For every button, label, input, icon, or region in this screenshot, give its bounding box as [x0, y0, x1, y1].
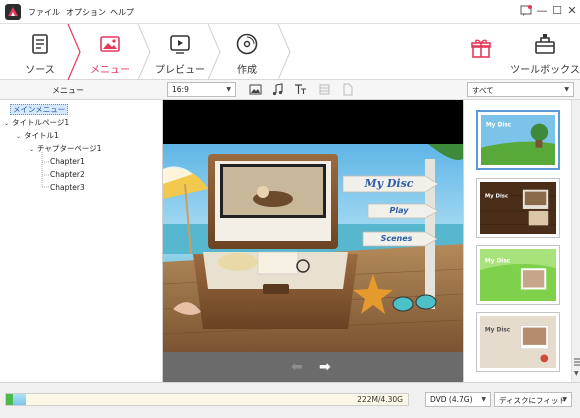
menu-image-icon: [100, 36, 120, 52]
background-image-icon[interactable]: [249, 83, 262, 96]
capacity-menu-fill: [6, 394, 13, 405]
title-bar: ファイル オプション ヘルプ — ☐ ✕: [0, 0, 580, 24]
template-thumb-wood[interactable]: My Disc: [476, 178, 560, 238]
template-beige-preview: My Disc: [480, 316, 556, 368]
template-island-preview: My Disc: [481, 115, 555, 165]
sign-play[interactable]: Play: [373, 206, 425, 215]
aspect-ratio-value: 16:9: [172, 85, 189, 94]
disc-capacity-bar: 222M/4.30G: [5, 393, 409, 406]
menu-file[interactable]: ファイル: [28, 7, 60, 18]
menu-options[interactable]: オプション: [66, 7, 106, 18]
step-source-label: ソース: [25, 65, 55, 76]
scroll-down-icon[interactable]: ▼: [574, 370, 579, 377]
tree-node-main-menu[interactable]: メインメニュー: [10, 104, 69, 115]
expand-arrow-icon[interactable]: ⌄: [4, 120, 12, 127]
template-thumb-island[interactable]: My Disc: [476, 110, 560, 170]
workflow-steps: ソース メニュー プレビュー 作成 ツールボックス: [0, 24, 580, 80]
title-page-label: タイトルページ1: [12, 118, 70, 127]
sign-title[interactable]: My Disc: [353, 177, 425, 190]
preview-scene-image: [163, 144, 463, 352]
sub-toolbar: メニュー 16:9 ▼ すべて ▼: [0, 80, 580, 100]
menu-panel-title: メニュー: [52, 86, 84, 95]
tree-node-chapter-page[interactable]: ⌄ チャプターページ1: [29, 143, 102, 154]
chevron-down-icon: ▼: [562, 396, 567, 403]
notification-icon[interactable]: [518, 3, 534, 19]
play-icon: [170, 35, 190, 54]
menu-preview[interactable]: My Disc Play Scenes ➡ ➡: [163, 100, 463, 382]
gift-button[interactable]: [456, 24, 506, 80]
minimize-button[interactable]: —: [534, 3, 550, 19]
step-menu[interactable]: メニュー: [75, 24, 145, 80]
fit-option-value: ディスクにフィット: [499, 396, 566, 405]
close-button[interactable]: ✕: [564, 3, 580, 19]
tree-node-chapter-1[interactable]: Chapter1: [50, 157, 85, 166]
template-filter-value: すべて: [472, 86, 494, 95]
page-icon: [343, 83, 353, 96]
disc-icon: [236, 33, 258, 55]
template-list: My Disc My Disc My Disc My Disc ▼: [463, 100, 580, 382]
step-menu-label: メニュー: [90, 65, 130, 76]
template-green-preview: My Disc: [480, 249, 556, 301]
music-note-icon[interactable]: [271, 83, 284, 96]
template-filter-select[interactable]: すべて ▼: [467, 82, 574, 97]
app-logo-icon: [5, 4, 21, 20]
template-title-island: My Disc: [486, 123, 512, 129]
chevron-down-icon: ▼: [481, 396, 486, 403]
aspect-ratio-select[interactable]: 16:9 ▼: [167, 82, 236, 97]
toolbox-button[interactable]: ツールボックス: [510, 24, 580, 80]
chapter-3-label: Chapter3: [50, 183, 85, 192]
title-label: タイトル1: [24, 131, 59, 140]
status-bar: 222M/4.30G DVD (4.7G) ▼ ディスクにフィット ▼: [0, 382, 580, 418]
template-title-wood: My Disc: [485, 193, 508, 199]
preview-navigation: ➡ ➡: [163, 352, 463, 382]
disc-type-select[interactable]: DVD (4.7G) ▼: [425, 392, 491, 407]
chapter-2-label: Chapter2: [50, 170, 85, 179]
document-icon: [32, 34, 48, 54]
toolbox-label: ツールボックス: [510, 65, 580, 76]
toolbox-icon: [535, 34, 555, 54]
maximize-button[interactable]: ☐: [549, 3, 565, 19]
tree-node-chapter-3[interactable]: Chapter3: [50, 183, 85, 192]
template-title-green: My Disc: [485, 259, 511, 265]
menu-tree: メインメニュー ⌄ タイトルページ1 ⌄ タイトル1 ⌄ チャプターページ1 Chap…: [0, 100, 163, 382]
chapter-grid-icon: [319, 84, 330, 95]
tree-node-title[interactable]: ⌄ タイトル1: [16, 130, 59, 141]
step-burn[interactable]: 作成: [212, 24, 282, 80]
step-source[interactable]: ソース: [5, 24, 75, 80]
template-scrollbar[interactable]: ▼: [571, 100, 580, 382]
scroll-menu-icon[interactable]: [573, 357, 580, 367]
expand-arrow-icon[interactable]: ⌄: [29, 146, 37, 153]
sign-scenes[interactable]: Scenes: [368, 234, 425, 243]
previous-arrow-icon[interactable]: ➡: [291, 359, 303, 375]
tree-node-chapter-2[interactable]: Chapter2: [50, 170, 85, 179]
chevron-down-icon: ▼: [564, 86, 569, 93]
text-icon[interactable]: [294, 83, 307, 96]
step-preview[interactable]: プレビュー: [145, 24, 215, 80]
chapter-page-label: チャプターページ1: [37, 144, 102, 153]
template-thumb-green[interactable]: My Disc: [476, 245, 560, 305]
template-thumb-beige[interactable]: My Disc: [476, 312, 560, 372]
chevron-down-icon: ▼: [226, 86, 231, 93]
template-wood-preview: My Disc: [480, 182, 556, 234]
capacity-text: 222M/4.30G: [357, 395, 403, 404]
main-menu-label: メインメニュー: [10, 104, 69, 115]
template-title-beige: My Disc: [485, 327, 511, 333]
gift-box-icon: [471, 39, 491, 58]
menu-help[interactable]: ヘルプ: [110, 7, 134, 18]
chapter-1-label: Chapter1: [50, 157, 85, 166]
next-arrow-icon[interactable]: ➡: [319, 359, 331, 375]
tree-node-title-page[interactable]: ⌄ タイトルページ1: [4, 117, 69, 128]
disc-type-value: DVD (4.7G): [430, 395, 473, 404]
step-preview-label: プレビュー: [155, 65, 205, 76]
expand-arrow-icon[interactable]: ⌄: [16, 133, 24, 140]
step-burn-label: 作成: [237, 65, 257, 76]
fit-option-select[interactable]: ディスクにフィット ▼: [494, 392, 572, 407]
